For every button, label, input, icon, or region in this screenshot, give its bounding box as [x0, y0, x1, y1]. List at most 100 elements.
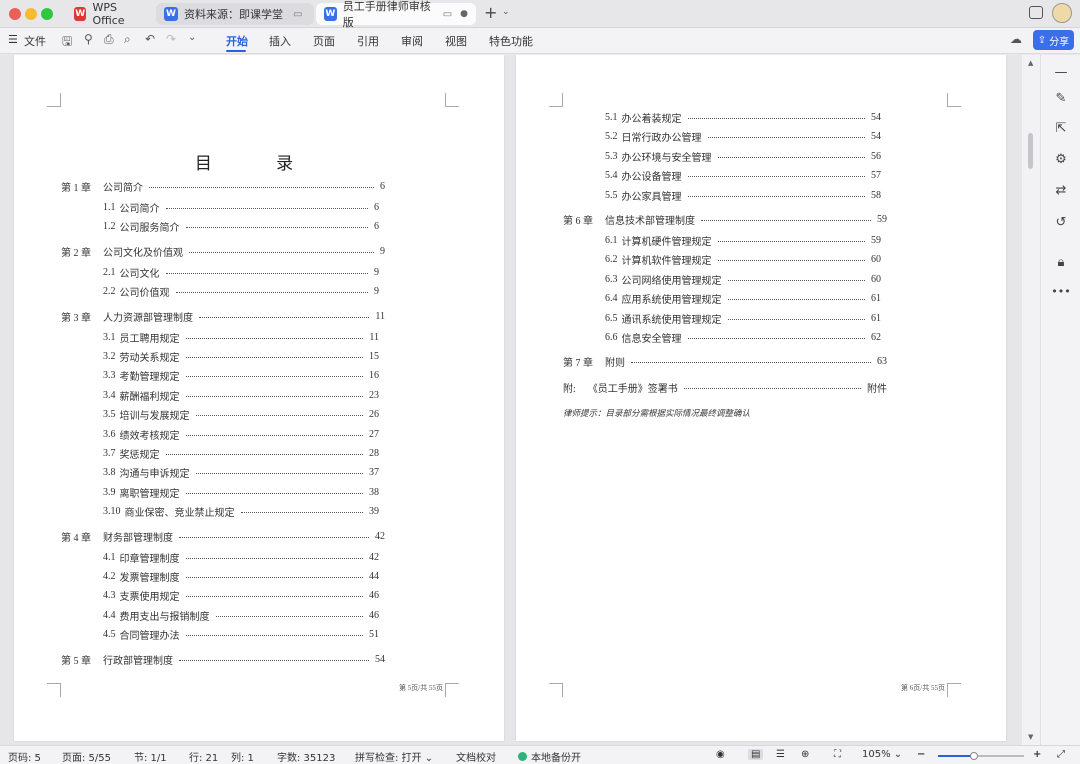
zoom-slider[interactable] — [938, 752, 1024, 760]
share-button[interactable]: ⇪ 分享 — [1033, 30, 1074, 50]
toc-entry[interactable]: 6.6 信息安全管理 62 — [605, 330, 881, 345]
tab-page[interactable]: 页面 — [313, 33, 335, 49]
minimize-window-button[interactable] — [25, 8, 37, 20]
toc-entry[interactable]: 第 7 章附则 63 — [563, 354, 887, 369]
more-icon[interactable]: ••• — [1041, 285, 1080, 298]
toc-entry[interactable]: 第 3 章人力资源部管理制度 11 — [61, 309, 385, 324]
status-page-number[interactable]: 页码: 5 — [8, 749, 41, 764]
status-word-count[interactable]: 字数: 35123 — [277, 749, 335, 764]
eye-icon[interactable]: ◉ — [716, 749, 725, 760]
scroll-down-icon[interactable]: ▼ — [1028, 733, 1033, 741]
tab-list-chevron-icon[interactable]: ⌄ — [502, 7, 510, 17]
zoom-slider-handle[interactable] — [970, 752, 979, 760]
zoom-window-button[interactable] — [41, 8, 53, 20]
undo-icon[interactable]: ↶ — [145, 32, 155, 46]
toc-entry[interactable]: 4.1 印章管理制度 42 — [103, 550, 379, 565]
tab-review[interactable]: 审阅 — [401, 33, 423, 49]
toc-entry[interactable]: 1.2 公司服务简介 6 — [103, 219, 379, 234]
toc-entry[interactable]: 2.2 公司价值观 9 — [103, 284, 379, 299]
outline-view-icon[interactable]: ☰ — [776, 749, 785, 760]
adjust-settings-icon[interactable]: ⚙ — [1041, 152, 1080, 167]
toc-entry[interactable]: 3.10 商业保密、竞业禁止规定 39 — [103, 504, 379, 519]
toc-entry[interactable]: 第 1 章 公司简介 6 — [61, 179, 385, 194]
toc-entry[interactable]: 3.8 沟通与申诉规定 37 — [103, 465, 379, 480]
document-canvas[interactable]: 目 录 第 1 章公司简介 6 1.1 公司简介 6 1.2 公司服务简介 6 第 2 章公司文… — [0, 55, 1040, 745]
collapse-icon[interactable]: — — [1041, 65, 1080, 80]
local-backup-button[interactable]: 本地备份开 — [518, 749, 581, 764]
toc-entry[interactable]: 6.1 计算机硬件管理规定 59 — [605, 233, 881, 248]
pen-icon[interactable]: ✎ — [1041, 91, 1080, 106]
scrollbar-thumb[interactable] — [1028, 133, 1033, 169]
toc-entry[interactable]: 4.4 费用支出与报销制度 46 — [103, 608, 379, 623]
toc-entry[interactable]: 6.3 公司网络使用管理规定 60 — [605, 272, 881, 287]
toc-entry[interactable]: 5.3 办公环境与安全管理 56 — [605, 149, 881, 164]
zoom-in-button[interactable]: + — [1033, 749, 1041, 760]
print-icon[interactable]: ⎙ — [104, 32, 114, 47]
toc-entry[interactable]: 5.4 办公设备管理 57 — [605, 168, 881, 183]
tab-features[interactable]: 特色功能 — [489, 33, 533, 49]
toc-entry[interactable]: 4.5 合同管理办法 51 — [103, 627, 379, 642]
toc-entry[interactable]: 第 2 章公司文化及价值观 9 — [61, 244, 385, 259]
toc-entry[interactable]: 3.9 离职管理规定 38 — [103, 485, 379, 500]
toc-entry[interactable]: 6.2 计算机软件管理规定 60 — [605, 252, 881, 267]
fit-page-icon[interactable]: ⛶ — [834, 749, 841, 760]
tab-employee-handbook[interactable]: W 员工手册律师审核版 ▭ ● — [316, 0, 476, 29]
file-menu[interactable]: 文件 — [24, 33, 46, 49]
toc-entry[interactable]: 2.1 公司文化 9 — [103, 265, 379, 280]
print-preview-icon[interactable]: ⌕ — [124, 32, 131, 47]
redo-icon[interactable]: ↷ — [166, 32, 176, 46]
document-page-5[interactable]: 目 录 第 1 章公司简介 6 1.1 公司简介 6 1.2 公司服务简介 6 第 2 章公司文… — [14, 55, 504, 741]
cloud-icon[interactable]: ☁ — [1010, 32, 1022, 46]
page-view-icon[interactable]: ▤ — [748, 749, 764, 760]
expand-icon[interactable]: ⤢ — [1057, 749, 1065, 760]
toc-entry[interactable]: 附: 《员工手册》签署书 附件 — [563, 380, 887, 395]
sidebar-toggle-icon[interactable] — [1029, 6, 1043, 19]
status-pages[interactable]: 页面: 5/55 — [62, 749, 111, 764]
document-page-6[interactable]: 5.1 办公着装规定 54 5.2 日常行政办公管理 54 5.3 办公环境与安全管理 56 5.… — [516, 55, 1006, 741]
toc-entry[interactable]: 3.3 考勤管理规定 16 — [103, 368, 379, 383]
tab-insert[interactable]: 插入 — [269, 33, 291, 49]
status-section[interactable]: 节: 1/1 — [134, 749, 167, 764]
scroll-up-icon[interactable]: ▲ — [1028, 59, 1033, 67]
toc-entry[interactable]: 1.1 公司简介 6 — [103, 200, 379, 215]
link-icon[interactable]: ⚲ — [84, 32, 93, 46]
hamburger-icon[interactable]: ☰ — [8, 33, 18, 46]
toc-entry[interactable]: 3.2 劳动关系规定 15 — [103, 349, 379, 364]
doc-proofread-button[interactable]: 文档校对 — [456, 749, 496, 764]
more-chevron-icon[interactable]: ⌄ — [188, 32, 196, 43]
toc-entry[interactable]: 第 4 章财务部管理制度 42 — [61, 529, 385, 544]
toc-entry[interactable]: 第 6 章 信息技术部管理制度 59 — [563, 212, 887, 227]
web-view-icon[interactable]: ⊕ — [801, 749, 809, 760]
toc-entry[interactable]: 4.2 发票管理制度 44 — [103, 569, 379, 584]
toc-entry[interactable]: 4.3 支票使用规定 46 — [103, 588, 379, 603]
toc-entry[interactable]: 5.2 日常行政办公管理 54 — [605, 129, 881, 144]
vertical-scrollbar[interactable]: ▲ ▼ — [1022, 55, 1040, 745]
toc-entry[interactable]: 3.5 培训与发展规定 26 — [103, 407, 379, 422]
toc-entry[interactable]: 5.5 办公家具管理 58 — [605, 188, 881, 203]
close-window-button[interactable] — [9, 8, 21, 20]
toc-entry[interactable]: 3.4 薪酬福利规定 23 — [103, 388, 379, 403]
new-tab-button[interactable]: + — [484, 3, 497, 22]
toc-entry[interactable]: 第 5 章行政部管理制度 54 — [61, 652, 385, 667]
tab-wps-office[interactable]: W WPS Office — [66, 1, 154, 27]
save-icon[interactable]: 🖫 — [62, 32, 72, 53]
toc-entry[interactable]: 6.4 应用系统使用管理规定 61 — [605, 291, 881, 306]
toc-entry[interactable]: 3.1 员工聘用规定 11 — [103, 330, 379, 345]
avatar[interactable] — [1052, 3, 1072, 23]
history-icon[interactable]: ↺ — [1041, 215, 1080, 230]
lock-icon[interactable]: 🔒︎ — [1041, 255, 1080, 270]
select-cursor-icon[interactable]: ⇱ — [1041, 121, 1080, 136]
tab-source[interactable]: W 资料来源：即课学堂 ▭ — [156, 3, 314, 25]
zoom-level[interactable]: 105% ⌄ — [862, 749, 902, 760]
tab-home[interactable]: 开始 — [226, 33, 248, 49]
toc-entry[interactable]: 3.6 绩效考核规定 27 — [103, 427, 379, 442]
unsaved-dot-icon[interactable]: ● — [460, 9, 468, 19]
spell-check-toggle[interactable]: 拼写检查: 打开 ⌄ — [355, 749, 433, 764]
toc-entry[interactable]: 5.1 办公着装规定 54 — [605, 110, 881, 125]
toc-entry[interactable]: 3.7 奖惩规定 28 — [103, 446, 379, 461]
zoom-out-button[interactable]: − — [917, 749, 925, 760]
tab-reference[interactable]: 引用 — [357, 33, 379, 49]
tab-view[interactable]: 视图 — [445, 33, 467, 49]
toc-entry[interactable]: 6.5 通讯系统使用管理规定 61 — [605, 311, 881, 326]
translate-icon[interactable]: ⇄ — [1041, 183, 1080, 198]
